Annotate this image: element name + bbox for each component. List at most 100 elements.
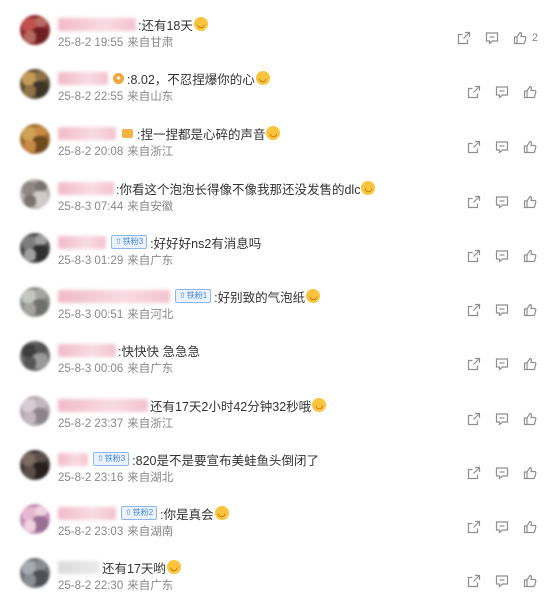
comment-icon[interactable] — [494, 194, 510, 210]
comment-actions — [454, 248, 538, 264]
comment-item: :快快快 急急急 25-8-3 00:06 来自广东 — [0, 338, 550, 392]
avatar[interactable] — [20, 69, 50, 99]
comment-item: ⇧ 铁粉3:好好好ns2有消息吗 25-8-3 01:29 来自广东 — [0, 230, 550, 284]
username-blurred[interactable] — [58, 398, 148, 412]
comment-meta: 25-8-2 23:03 来自湖南 — [58, 523, 173, 539]
comment-icon[interactable] — [494, 302, 510, 318]
avatar[interactable] — [20, 504, 50, 534]
comment-icon[interactable] — [484, 30, 500, 46]
fan-badge: ⇧ 铁粉3 — [93, 452, 130, 466]
comment-time: 25-8-3 00:51 — [58, 309, 124, 321]
comment-location: 来自安徽 — [127, 201, 174, 213]
fan-badge-label: 铁粉3 — [104, 454, 126, 463]
comment-text: :你是真会 — [160, 507, 214, 522]
share-icon[interactable] — [466, 465, 482, 481]
username-blurred[interactable] — [58, 560, 100, 574]
comment-icon[interactable] — [494, 139, 510, 155]
comment-meta: 25-8-2 22:55 来自山东 — [58, 88, 173, 104]
avatar[interactable] — [20, 179, 50, 209]
comment-meta: 25-8-3 00:06 来自广东 — [58, 360, 173, 376]
like-icon[interactable] — [522, 573, 538, 589]
like-icon[interactable] — [522, 519, 538, 535]
username-blurred[interactable] — [58, 71, 108, 85]
like-icon[interactable] — [522, 465, 538, 481]
like-icon[interactable] — [522, 411, 538, 427]
avatar[interactable] — [20, 341, 50, 371]
comment-location: 来自广东 — [127, 363, 174, 375]
comment-time: 25-8-2 19:55 — [58, 37, 124, 49]
comment-icon[interactable] — [494, 248, 510, 264]
share-icon[interactable] — [466, 84, 482, 100]
username-blurred[interactable] — [58, 506, 116, 520]
share-icon[interactable] — [466, 248, 482, 264]
comment-icon[interactable] — [494, 519, 510, 535]
username-blurred[interactable] — [58, 235, 106, 249]
comment-item: ✦:8.02，不忍捏爆你的心 ◡ 25-8-2 22:55 来自山东 — [0, 66, 550, 120]
comment-meta: 25-8-2 23:37 来自浙江 — [58, 415, 173, 431]
comment-time: 25-8-2 23:37 — [58, 418, 124, 430]
smile-emoji-icon: ◡ — [266, 126, 281, 140]
like-icon[interactable] — [522, 84, 538, 100]
comment-meta: 25-8-2 22:30 来自广东 — [58, 577, 173, 593]
comment-meta: 25-8-3 07:44 来自安徽 — [58, 198, 173, 214]
fan-badge-arrow-icon: ⇧ — [115, 237, 122, 246]
avatar[interactable] — [20, 124, 50, 154]
fan-badge: ⇧ 铁粉3 — [111, 235, 148, 249]
medal-icon: ✦ — [113, 72, 124, 84]
like-icon[interactable] — [522, 302, 538, 318]
comment-text: :好别致的气泡纸 — [214, 290, 306, 305]
share-icon[interactable] — [466, 411, 482, 427]
avatar[interactable] — [20, 396, 50, 426]
fan-badge-arrow-icon: ⇧ — [97, 454, 104, 463]
like-icon[interactable] — [522, 194, 538, 210]
comment-actions — [454, 519, 538, 535]
comment-icon[interactable] — [494, 465, 510, 481]
share-icon[interactable] — [466, 139, 482, 155]
comment-item: 还有17天哟 ◡ 25-8-2 22:30 来自广东 — [0, 555, 550, 609]
username-blurred[interactable] — [58, 343, 116, 357]
comment-body: 还有17天2小时42分钟32秒哦 ◡ — [58, 395, 327, 415]
comment-text: :好好好ns2有消息吗 — [150, 236, 262, 251]
like-icon[interactable] — [522, 139, 538, 155]
comment-body: ⇧ 铁粉3:好好好ns2有消息吗 — [58, 232, 261, 252]
avatar[interactable] — [20, 287, 50, 317]
like-icon[interactable] — [522, 356, 538, 372]
comment-icon[interactable] — [494, 573, 510, 589]
comment-actions — [454, 194, 538, 210]
share-icon[interactable] — [466, 519, 482, 535]
comment-time: 25-8-3 07:44 — [58, 201, 124, 213]
avatar[interactable] — [20, 558, 50, 588]
comment-location: 来自河北 — [127, 309, 174, 321]
username-blurred[interactable] — [58, 17, 136, 31]
share-icon[interactable] — [466, 302, 482, 318]
comment-actions: 2 — [444, 30, 538, 46]
comment-time: 25-8-2 22:55 — [58, 91, 124, 103]
share-icon[interactable] — [456, 30, 472, 46]
comment-text: :还有18天 — [138, 18, 193, 33]
username-blurred[interactable] — [58, 126, 116, 140]
comment-text: :快快快 急急急 — [118, 344, 200, 359]
comment-time: 25-8-2 23:03 — [58, 526, 124, 538]
username-blurred[interactable] — [58, 289, 170, 303]
avatar[interactable] — [20, 15, 50, 45]
comment-icon[interactable] — [494, 356, 510, 372]
like-icon[interactable] — [522, 248, 538, 264]
username-blurred[interactable] — [58, 181, 114, 195]
comment-location: 来自广东 — [127, 580, 174, 592]
comment-time: 25-8-2 22:30 — [58, 580, 124, 592]
comment-actions — [454, 84, 538, 100]
share-icon[interactable] — [466, 194, 482, 210]
comment-icon[interactable] — [494, 84, 510, 100]
smile-emoji-icon: ◡ — [166, 560, 181, 574]
smile-emoji-icon: ◡ — [214, 506, 229, 520]
comment-icon[interactable] — [494, 411, 510, 427]
like-icon[interactable] — [512, 30, 528, 46]
fan-badge: ⇧ 铁粉1 — [175, 289, 212, 303]
comment-time: 25-8-3 01:29 — [58, 255, 124, 267]
comment-meta: 25-8-2 19:55 来自甘肃 — [58, 34, 173, 50]
avatar[interactable] — [20, 233, 50, 263]
share-icon[interactable] — [466, 573, 482, 589]
username-blurred[interactable] — [58, 452, 88, 466]
avatar[interactable] — [20, 450, 50, 480]
share-icon[interactable] — [466, 356, 482, 372]
